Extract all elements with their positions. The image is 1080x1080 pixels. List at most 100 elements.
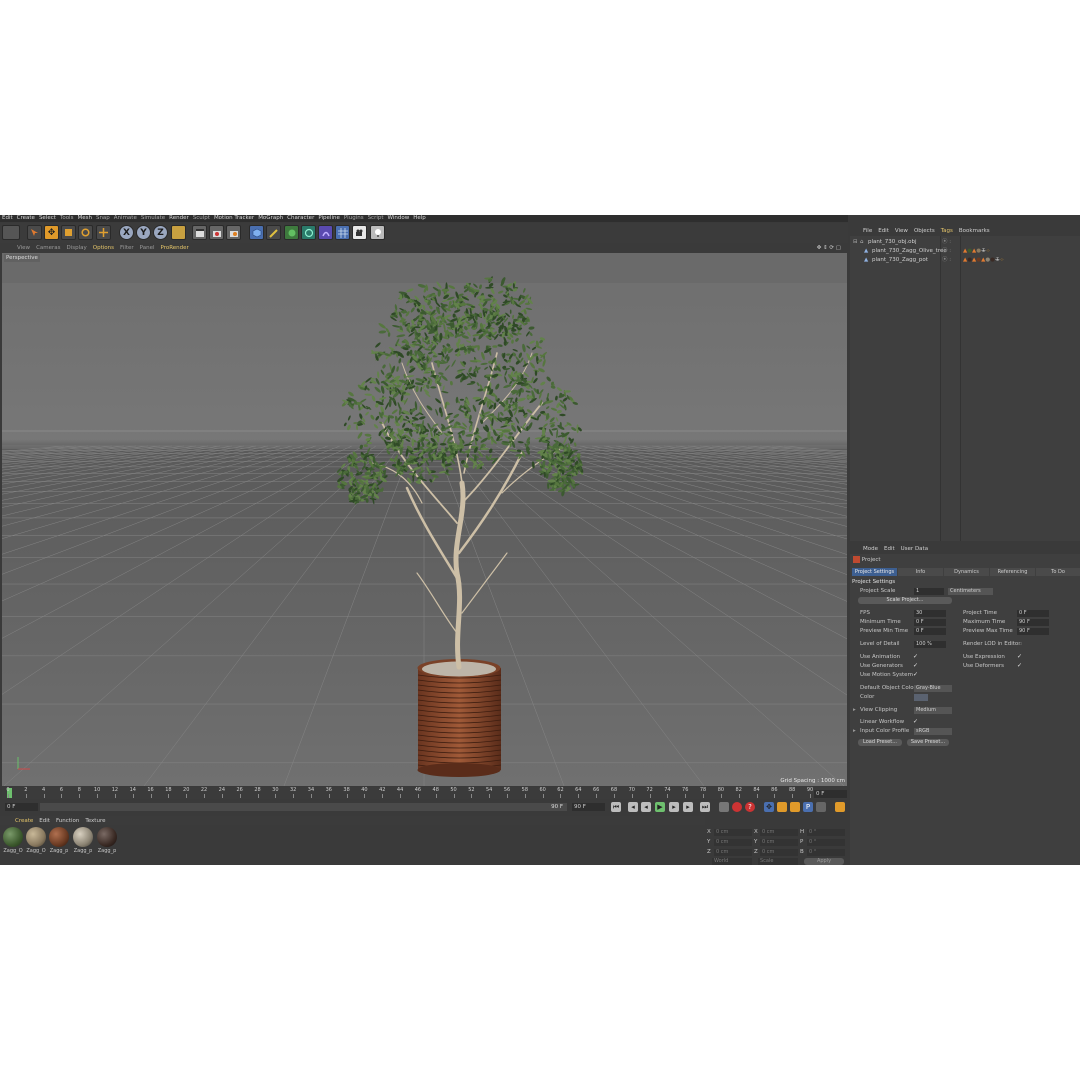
tab-referencing[interactable]: Referencing [990, 568, 1035, 576]
pen-spline-icon[interactable] [266, 225, 281, 240]
material-swatch[interactable]: Zagg_p [48, 827, 70, 854]
key-rotation-icon[interactable] [790, 802, 800, 812]
use-expression-checkbox[interactable]: ✓ [1017, 654, 1023, 660]
lod-input[interactable]: 100 % [914, 641, 946, 648]
preview-range-slider[interactable]: 90 F [40, 803, 567, 811]
coord-scale-dropdown[interactable]: Scale [758, 858, 798, 865]
key-scale-icon[interactable] [777, 802, 787, 812]
use-generators-checkbox[interactable]: ✓ [913, 663, 919, 669]
menu-pipeline[interactable]: Pipeline [316, 215, 342, 222]
use-motion-system-checkbox[interactable]: ✓ [913, 672, 919, 678]
project-scale-input[interactable]: 1 [914, 588, 944, 595]
viewport-menu-display[interactable]: Display [64, 245, 90, 251]
rot-h-field[interactable]: 0 ° [807, 829, 845, 836]
om-menu-view[interactable]: View [892, 228, 911, 234]
menu-sculpt[interactable]: Sculpt [191, 215, 212, 222]
menu-animate[interactable]: Animate [112, 215, 139, 222]
current-frame-field[interactable]: 0 F [814, 790, 847, 798]
z-axis-toggle[interactable]: Z [153, 225, 168, 240]
use-animation-checkbox[interactable]: ✓ [913, 654, 919, 660]
material-tags[interactable]: ▲●▲●⁜⁘ [963, 247, 990, 256]
menu-render[interactable]: Render [167, 215, 191, 222]
3d-viewport[interactable]: Perspective Grid Spacing : 1000 cm [2, 253, 847, 786]
tab-dynamics[interactable]: Dynamics [944, 568, 989, 576]
menu-create[interactable]: Create [15, 215, 37, 222]
expand-arrow-icon[interactable]: ▸ [853, 727, 856, 735]
goto-end-icon[interactable]: ⏭ [700, 802, 710, 812]
load-preset-button[interactable]: Load Preset... [858, 739, 902, 746]
floor-icon[interactable] [335, 225, 350, 240]
material-swatch[interactable]: Zagg_p [96, 827, 118, 854]
default-object-color-dropdown[interactable]: Gray-Blue [914, 685, 952, 692]
material-swatch[interactable]: Zagg_O [25, 827, 47, 854]
tab-info[interactable]: Info [898, 568, 943, 576]
timeline-ruler[interactable]: 0 2 4 6 8 10 12 14 16 18 20 22 24 26 28 30 32 34 36 38 40 42 4… [2, 787, 847, 799]
undo-icon[interactable] [2, 225, 20, 240]
array-generator-icon[interactable] [301, 225, 316, 240]
preview-max-input[interactable]: 90 F [1017, 628, 1049, 635]
menu-edit[interactable]: Edit [0, 215, 15, 222]
collapse-icon[interactable]: ⊟ [853, 238, 858, 247]
start-frame-field[interactable]: 0 F [5, 803, 38, 811]
save-preset-button[interactable]: Save Preset... [907, 739, 949, 746]
am-menu-edit[interactable]: Edit [881, 546, 898, 552]
om-menu-file[interactable]: File [860, 228, 875, 234]
viewport-menu-options[interactable]: Options [90, 245, 117, 251]
menu-motion-tracker[interactable]: Motion Tracker [212, 215, 256, 222]
y-axis-toggle[interactable]: Y [136, 225, 151, 240]
menu-tools[interactable]: Tools [58, 215, 76, 222]
goto-start-icon[interactable]: ⏮ [611, 802, 621, 812]
input-color-profile-dropdown[interactable]: sRGB [914, 728, 952, 735]
object-row[interactable]: ▲ plant_730_Zagg_pot ⦿ : ▲●▲●▲●●⁜⁘ [850, 256, 1080, 265]
pos-y-field[interactable]: 0 cm [714, 839, 752, 846]
om-menu-objects[interactable]: Objects [911, 228, 938, 234]
menu-mograph[interactable]: MoGraph [256, 215, 285, 222]
prev-keyframe-icon[interactable]: ◂ [628, 802, 638, 812]
tab-project-settings[interactable]: Project Settings [852, 568, 897, 576]
x-axis-toggle[interactable]: X [119, 225, 134, 240]
project-time-input[interactable]: 0 F [1017, 610, 1049, 617]
size-z-field[interactable]: 0 cm [760, 849, 798, 856]
material-menu-create[interactable]: Create [12, 818, 36, 824]
om-menu-edit[interactable]: Edit [875, 228, 892, 234]
next-frame-icon[interactable]: ▸ [669, 802, 679, 812]
menu-simulate[interactable]: Simulate [139, 215, 167, 222]
autokey-icon[interactable]: ? [745, 802, 755, 812]
rot-b-field[interactable]: 0 ° [807, 849, 845, 856]
coordinate-system-icon[interactable] [171, 225, 186, 240]
expand-arrow-icon[interactable]: ▸ [853, 706, 856, 714]
visibility-dots[interactable]: ⦿ : [942, 247, 951, 256]
scale-tool-icon[interactable] [61, 225, 76, 240]
viewport-menu-prorender[interactable]: ProRender [158, 245, 192, 251]
material-swatch[interactable]: Zagg_p [72, 827, 94, 854]
prev-frame-icon[interactable]: ◂ [641, 802, 651, 812]
view-clipping-dropdown[interactable]: Medium [914, 707, 952, 714]
preview-min-input[interactable]: 0 F [914, 628, 946, 635]
am-menu-user-data[interactable]: User Data [898, 546, 931, 552]
viewport-menu-cameras[interactable]: Cameras [33, 245, 63, 251]
cube-primitive-icon[interactable] [249, 225, 264, 240]
last-tool-icon[interactable] [96, 225, 111, 240]
record-active-icon[interactable] [732, 802, 742, 812]
menu-script[interactable]: Script [366, 215, 386, 222]
material-menu-function[interactable]: Function [53, 818, 82, 824]
key-pla-icon[interactable] [816, 802, 826, 812]
material-menu-edit[interactable]: Edit [36, 818, 53, 824]
am-menu-mode[interactable]: Mode [860, 546, 881, 552]
timeline-window-icon[interactable] [835, 802, 845, 812]
visibility-dots[interactable]: ⦿ : [942, 238, 951, 247]
move-tool-icon[interactable]: ✥ [44, 225, 59, 240]
render-picture-viewer-icon[interactable] [209, 225, 224, 240]
material-tags[interactable]: ▲●▲●▲●●⁜⁘ [963, 256, 1004, 265]
object-row[interactable]: ▲ plant_730_Zagg_Olive_tree ⦿ : ▲●▲●⁜⁘ [850, 247, 1080, 256]
end-frame-field[interactable]: 90 F [572, 803, 605, 811]
maximum-time-input[interactable]: 90 F [1017, 619, 1049, 626]
scale-project-button[interactable]: Scale Project... [858, 597, 952, 604]
render-settings-icon[interactable] [226, 225, 241, 240]
fps-input[interactable]: 30 [914, 610, 946, 617]
linear-workflow-checkbox[interactable]: ✓ [913, 719, 919, 725]
size-y-field[interactable]: 0 cm [760, 839, 798, 846]
coord-mode-dropdown[interactable]: World [712, 858, 752, 865]
keyframe-record-icon[interactable] [719, 802, 729, 812]
viewport-menu-filter[interactable]: Filter [117, 245, 137, 251]
